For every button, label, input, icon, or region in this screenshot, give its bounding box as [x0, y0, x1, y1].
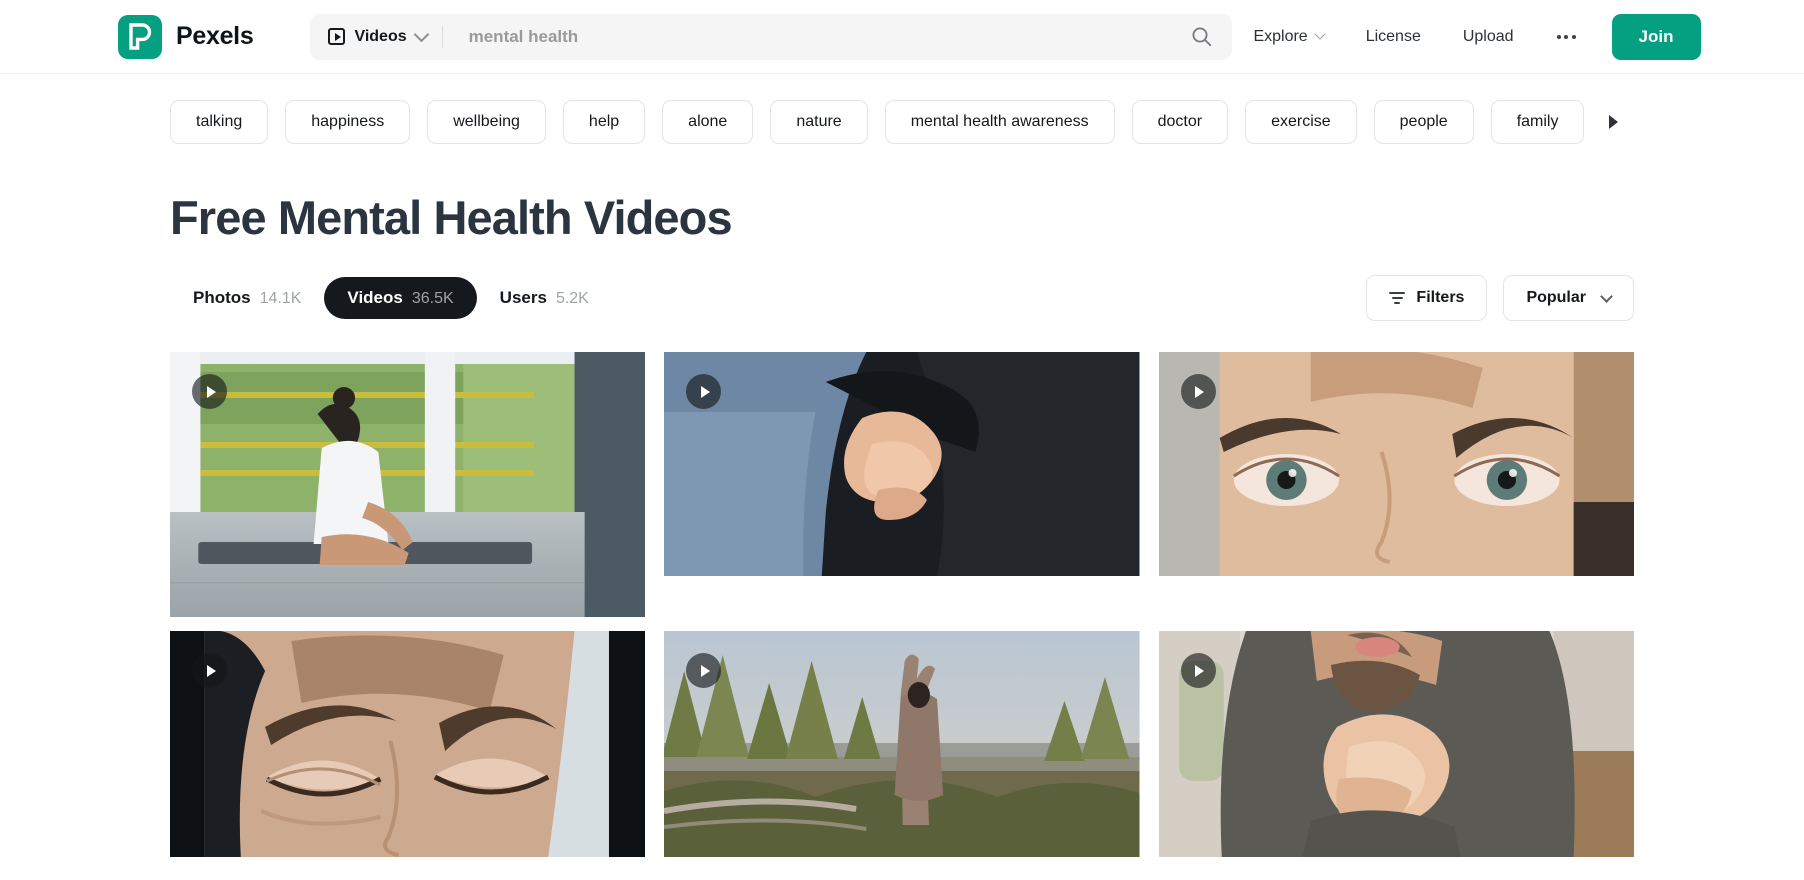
- brand-name: Pexels: [176, 22, 254, 50]
- tab-videos-label: Videos: [347, 288, 403, 307]
- video-result-card[interactable]: [1158, 631, 1634, 857]
- nav-item-explore[interactable]: Explore: [1232, 28, 1344, 46]
- tab-users-count: 5.2K: [555, 290, 589, 307]
- play-icon[interactable]: [1180, 653, 1216, 688]
- tag-pill[interactable]: doctor: [1131, 100, 1229, 144]
- tab-users[interactable]: Users 5.2K: [477, 277, 612, 319]
- media-type-selector[interactable]: Videos: [310, 14, 443, 60]
- tab-users-label: Users: [499, 288, 547, 307]
- video-result-card[interactable]: [170, 352, 646, 617]
- video-thumbnail: [664, 631, 1140, 857]
- nav-item-license-label: License: [1365, 27, 1421, 45]
- primary-nav: Explore License Upload Join: [1232, 13, 1701, 60]
- video-result-card[interactable]: [664, 631, 1140, 857]
- tab-videos-count: 36.5K: [411, 290, 454, 307]
- site-header: Pexels Videos Explore License Upload: [0, 0, 1804, 74]
- ellipsis-icon[interactable]: [1535, 34, 1598, 39]
- nav-item-license[interactable]: License: [1345, 28, 1442, 46]
- pexels-p-logo-icon: [118, 14, 162, 59]
- video-thumbnail: [1158, 631, 1634, 857]
- related-tags-row: talking happiness wellbeing help alone n…: [170, 100, 1804, 144]
- search-input[interactable]: [442, 13, 1171, 60]
- tag-pill[interactable]: alone: [662, 100, 754, 144]
- tag-pill[interactable]: family: [1490, 100, 1585, 144]
- video-thumbnail: [1158, 352, 1634, 576]
- join-button[interactable]: Join: [1611, 13, 1701, 60]
- video-result-card[interactable]: [664, 352, 1140, 576]
- sort-dropdown-label: Popular: [1526, 289, 1586, 306]
- toolbar-controls: Filters Popular: [1366, 275, 1634, 321]
- search-submit-button[interactable]: [1170, 14, 1232, 60]
- filters-button[interactable]: Filters: [1366, 275, 1488, 321]
- tag-pill[interactable]: nature: [770, 100, 868, 144]
- video-thumbnail: [170, 631, 646, 857]
- tag-pill[interactable]: people: [1373, 100, 1474, 144]
- tag-pill[interactable]: wellbeing: [427, 100, 546, 144]
- nav-item-upload[interactable]: Upload: [1442, 28, 1535, 46]
- tab-photos-count: 14.1K: [259, 290, 302, 307]
- filters-button-label: Filters: [1416, 289, 1465, 306]
- tag-pill[interactable]: talking: [170, 100, 269, 144]
- brand-logo-link[interactable]: Pexels: [118, 14, 254, 59]
- tag-pill[interactable]: help: [562, 100, 646, 144]
- related-tags-bar: talking happiness wellbeing help alone n…: [0, 74, 1804, 152]
- tag-pill[interactable]: happiness: [285, 100, 411, 144]
- play-icon[interactable]: [192, 374, 227, 409]
- video-thumbnail: [170, 352, 646, 617]
- tab-photos-label: Photos: [193, 288, 251, 307]
- search-icon: [1192, 27, 1212, 47]
- nav-item-explore-label: Explore: [1253, 27, 1308, 45]
- chevron-down-icon: [1314, 28, 1326, 40]
- play-icon[interactable]: [1180, 374, 1216, 409]
- page-title: Free Mental Health Videos: [170, 191, 733, 244]
- video-thumbnail: [664, 352, 1140, 576]
- tab-videos[interactable]: Videos 36.5K: [324, 277, 477, 319]
- video-result-card[interactable]: [170, 631, 646, 857]
- chevron-down-icon: [1600, 289, 1613, 303]
- chevron-down-icon: [413, 26, 429, 42]
- video-play-box-icon: [328, 28, 346, 45]
- results-toolbar: Photos 14.1K Videos 36.5K Users 5.2K Fil…: [170, 275, 1634, 321]
- video-result-card[interactable]: [1158, 352, 1634, 576]
- result-type-tabs: Photos 14.1K Videos 36.5K Users 5.2K: [170, 277, 612, 319]
- chevron-right-icon[interactable]: [1609, 115, 1618, 129]
- media-type-label: Videos: [354, 27, 407, 45]
- play-icon[interactable]: [192, 653, 227, 688]
- filter-sliders-icon: [1389, 292, 1406, 304]
- search-bar: Videos: [310, 13, 1233, 60]
- nav-item-upload-label: Upload: [1462, 27, 1514, 45]
- sort-dropdown[interactable]: Popular: [1503, 275, 1634, 321]
- results-grid: [170, 352, 1634, 857]
- main-content: Free Mental Health Videos Photos 14.1K V…: [0, 190, 1804, 857]
- tab-photos[interactable]: Photos 14.1K: [170, 277, 324, 319]
- tag-pill[interactable]: exercise: [1245, 100, 1357, 144]
- tag-pill[interactable]: mental health awareness: [884, 100, 1115, 144]
